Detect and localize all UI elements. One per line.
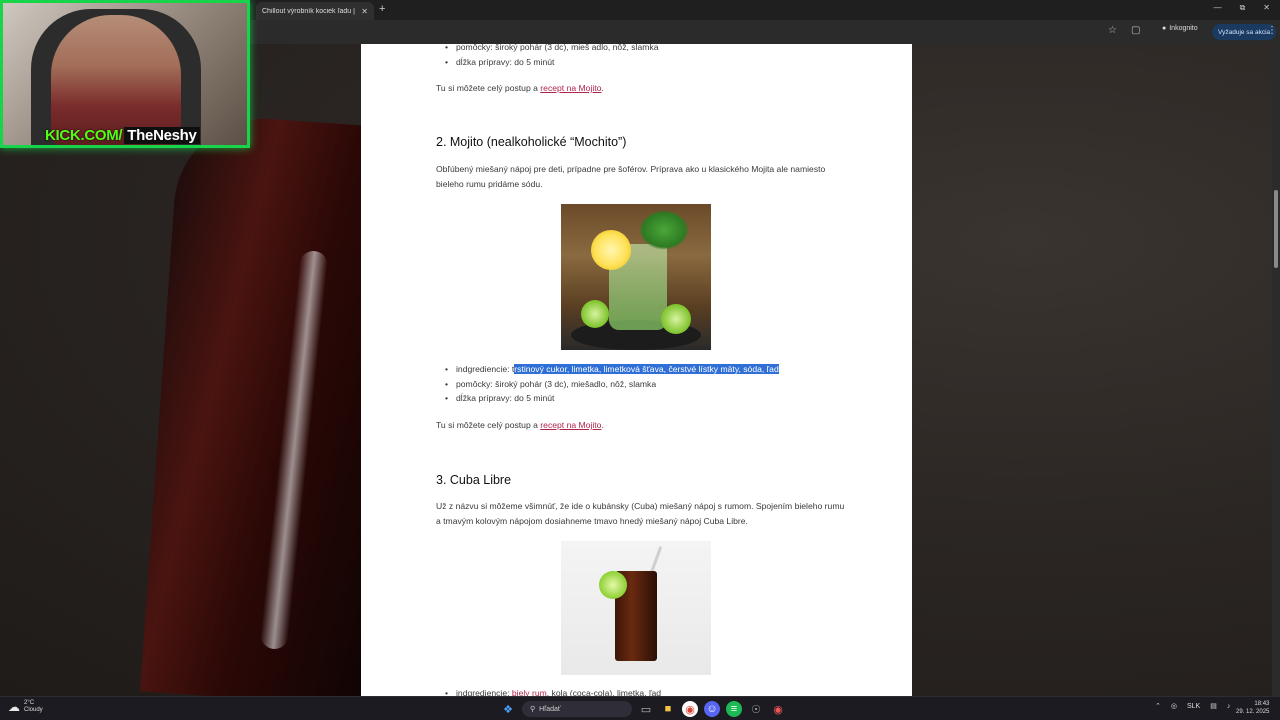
weather-widget[interactable]: ☁ 2°C Cloudy bbox=[8, 700, 43, 714]
list-item-ingredients: indgrediencie: trstinový cukor, limetka,… bbox=[436, 362, 779, 377]
extensions-icon[interactable]: ▢ bbox=[1131, 25, 1140, 36]
streamer-name: TheNeshy bbox=[124, 126, 200, 144]
weather-temp: 2°C bbox=[24, 700, 35, 706]
mojito-image bbox=[561, 204, 711, 350]
webcam-overlay: KICK.COM/TheNeshy bbox=[0, 0, 250, 148]
section-intro-mochito: Obľúbený miešaný nápoj pre deti, prípadn… bbox=[436, 164, 826, 189]
taskbar-clock[interactable]: 18:43 29. 12. 2025 bbox=[1236, 700, 1269, 716]
stream-branding: KICK.COM/TheNeshy bbox=[45, 125, 200, 145]
menu-more-icon[interactable]: ⋮ bbox=[1267, 25, 1277, 36]
list-item: dĺžka prípravy: do 5 minút bbox=[436, 55, 659, 70]
cloud-icon: ☁ bbox=[8, 699, 20, 714]
bookmark-star-icon[interactable]: ☆ bbox=[1108, 25, 1117, 36]
file-explorer-icon[interactable]: ■ bbox=[660, 701, 676, 717]
list-item: pomôcky: široký pohár (3 dc), mieš adlo,… bbox=[436, 44, 659, 55]
browser-tab[interactable]: Chillout výrobník kociek ľadu | ✕ bbox=[256, 2, 374, 20]
windows-start-icon[interactable]: ❖ bbox=[500, 701, 516, 717]
language-indicator[interactable]: SLK bbox=[1187, 703, 1200, 710]
ingredients-label: indgrediencie: bbox=[456, 688, 512, 696]
selected-text[interactable]: rstinový cukor, limetka, limetková šťava… bbox=[514, 364, 779, 374]
new-tab-button[interactable]: + bbox=[379, 3, 385, 15]
list-item-tools: pomôcky: široký pohár (3 dc), miešadlo, … bbox=[436, 377, 779, 392]
tray-expand-icon[interactable]: ⌃ bbox=[1155, 702, 1161, 710]
windows-taskbar: ☁ 2°C Cloudy ❖ ⚲ Hľadať ▭ ■ ◉ ☺ ≡ ☉ ◉ ⌃ … bbox=[0, 696, 1280, 720]
incognito-label: Inkognito bbox=[1169, 25, 1198, 32]
window-controls: — ⧉ ✕ bbox=[1214, 3, 1270, 13]
white-rum-link[interactable]: biely rum bbox=[512, 688, 547, 696]
clock-date: 29. 12. 2025 bbox=[1236, 709, 1270, 715]
window-close-icon[interactable]: ✕ bbox=[1263, 3, 1270, 13]
ingredients-rest: , kola (coca-cola), limetka, ľad bbox=[546, 688, 662, 696]
weather-desc: Cloudy bbox=[24, 707, 43, 713]
incognito-indicator[interactable]: ● Inkognito bbox=[1162, 25, 1198, 32]
mochito-outro: Tu si môžete celý postup a recept na Moj… bbox=[436, 418, 604, 433]
clock-time: 18:43 bbox=[1254, 701, 1270, 707]
section-intro-cuba-libre: Už z názvu si môžeme všimnúť, že ide o k… bbox=[436, 501, 845, 526]
restore-icon[interactable]: ⧉ bbox=[1240, 3, 1246, 13]
outro-text: Tu si môžete celý postup a bbox=[436, 83, 541, 93]
outro-text: Tu si môžete celý postup a bbox=[436, 420, 541, 430]
section-heading-cuba-libre: 3. Cuba Libre bbox=[436, 473, 512, 487]
microphone-icon[interactable]: ◎ bbox=[1171, 702, 1177, 710]
mochito-details-list: indgrediencie: trstinový cukor, limetka,… bbox=[436, 362, 779, 406]
scroll-thumb[interactable] bbox=[1274, 190, 1278, 268]
page-scrollbar[interactable] bbox=[1272, 44, 1280, 696]
network-icon[interactable]: ▤ bbox=[1210, 702, 1217, 710]
spotify-icon[interactable]: ≡ bbox=[726, 701, 742, 717]
section-heading-mochito: 2. Mojito (nealkoholické “Mochito”) bbox=[436, 135, 627, 149]
discord-icon[interactable]: ☺ bbox=[704, 701, 720, 717]
toolbar-icons: ☆ ▢ bbox=[1108, 25, 1140, 36]
cuba-details-list: indgrediencie: biely rum, kola (coca-col… bbox=[436, 686, 661, 696]
app-icon[interactable]: ◉ bbox=[770, 701, 786, 717]
kick-brand: KICK.COM/ bbox=[45, 126, 123, 144]
incognito-icon: ● bbox=[1162, 25, 1167, 32]
ingredients-label: indgrediencie: t bbox=[456, 364, 515, 374]
list-item-time: dĺžka prípravy: do 5 minút bbox=[436, 391, 779, 406]
obs-icon[interactable]: ☉ bbox=[748, 701, 764, 717]
search-icon: ⚲ bbox=[530, 706, 536, 713]
mojito-recipe-link[interactable]: recept na Mojito bbox=[540, 83, 601, 93]
list-item-ingredients: indgrediencie: biely rum, kola (coca-col… bbox=[436, 686, 661, 696]
outro-suffix: . bbox=[601, 83, 604, 93]
minimize-icon[interactable]: — bbox=[1214, 3, 1222, 13]
task-view-icon[interactable]: ▭ bbox=[638, 701, 654, 717]
tab-close-icon[interactable]: ✕ bbox=[361, 7, 368, 16]
top-outro: Tu si môžete celý postup a recept na Moj… bbox=[436, 81, 604, 96]
top-list: pomôcky: široký pohár (3 dc), mieš adlo,… bbox=[436, 44, 659, 69]
taskbar-apps: ❖ ⚲ Hľadať ▭ ■ ◉ ☺ ≡ ☉ ◉ bbox=[500, 701, 786, 717]
search-placeholder: Hľadať bbox=[539, 705, 561, 713]
system-tray: ⌃ ◎ SLK ▤ ♪ bbox=[1155, 702, 1231, 711]
mojito-recipe-link-2[interactable]: recept na Mojito bbox=[540, 420, 601, 430]
outro-suffix: . bbox=[601, 420, 604, 430]
cuba-libre-image bbox=[561, 541, 711, 675]
web-page: pomôcky: široký pohár (3 dc), mieš adlo,… bbox=[361, 44, 912, 696]
volume-icon[interactable]: ♪ bbox=[1227, 703, 1231, 710]
taskbar-search[interactable]: ⚲ Hľadať bbox=[522, 701, 632, 717]
chrome-icon[interactable]: ◉ bbox=[682, 701, 698, 717]
tab-title: Chillout výrobník kociek ľadu | bbox=[262, 7, 355, 15]
